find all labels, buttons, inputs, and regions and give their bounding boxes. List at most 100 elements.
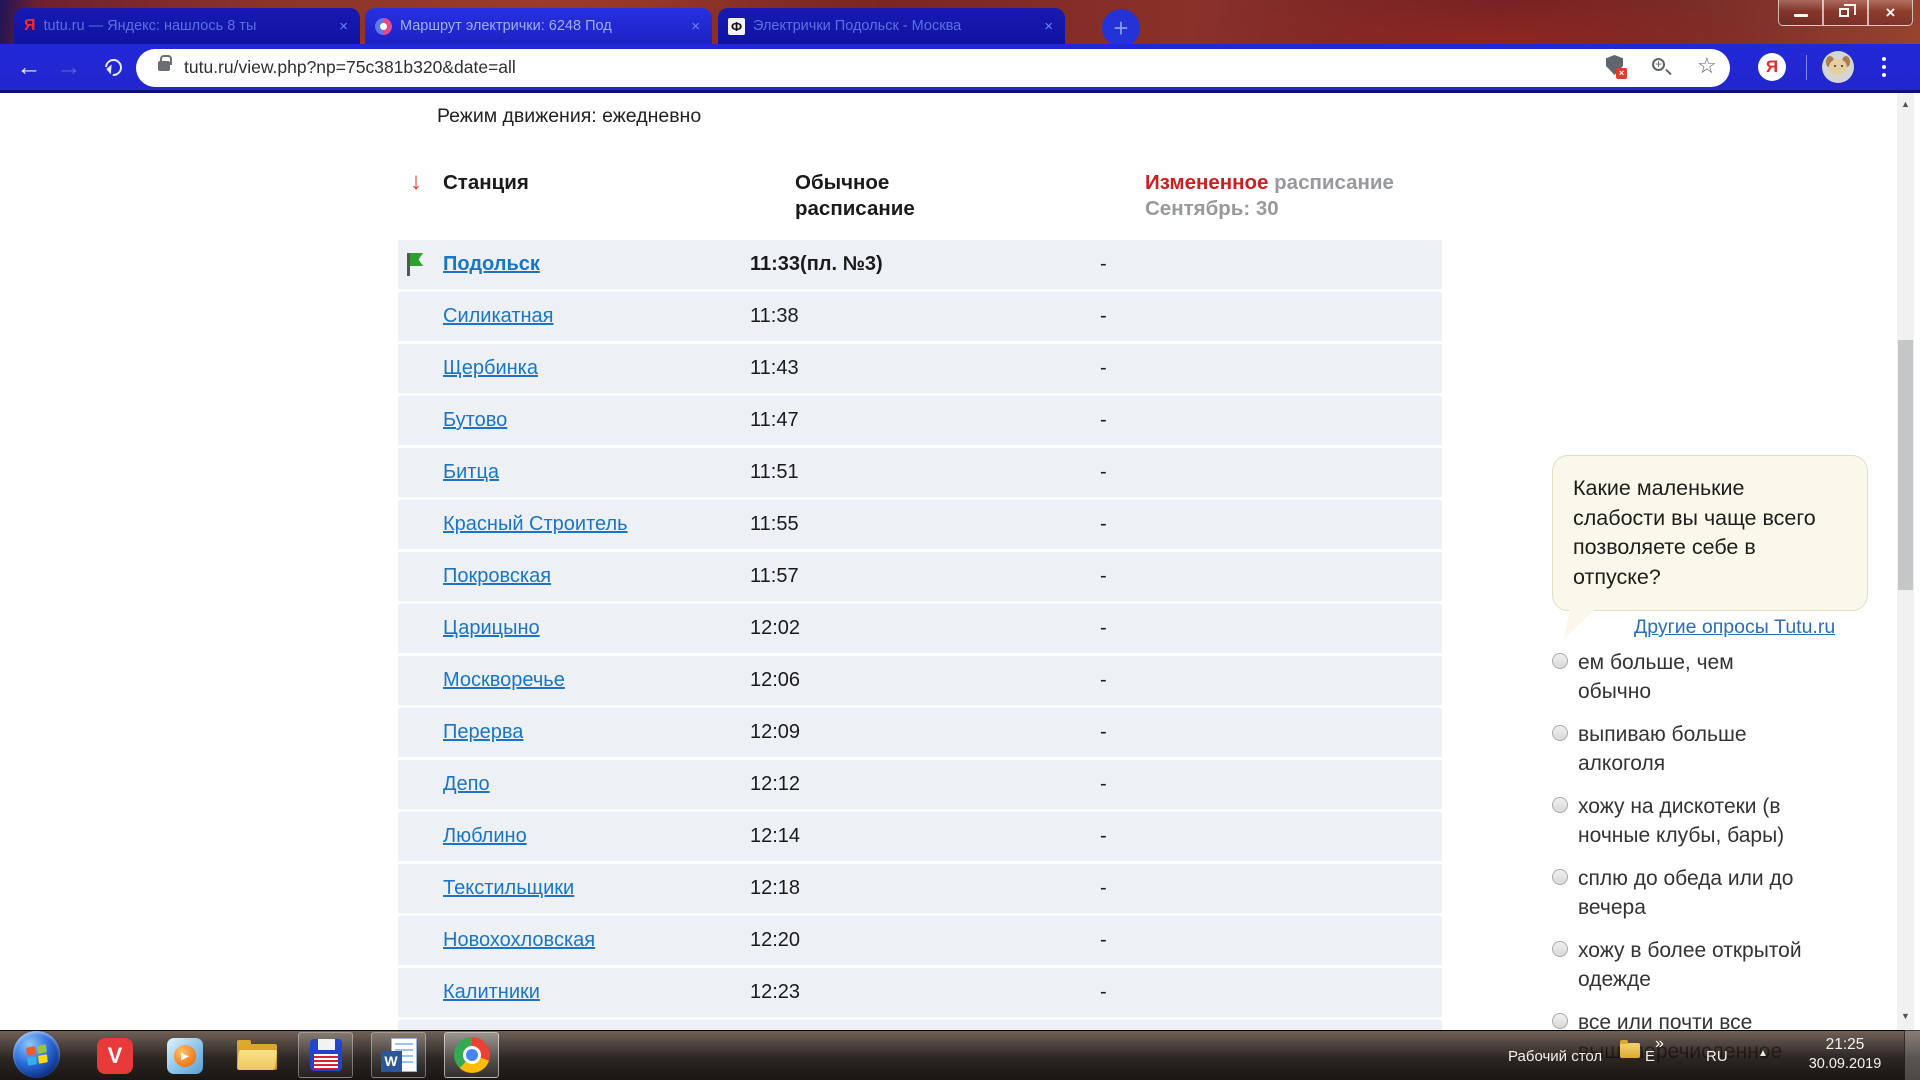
start-button[interactable]: [13, 1031, 60, 1078]
toolbar-folder-label[interactable]: Е: [1645, 1048, 1655, 1065]
forward-button[interactable]: →: [52, 50, 86, 84]
lock-icon[interactable]: [158, 61, 170, 71]
poll-option-label[interactable]: ем больше, чем обычно: [1578, 648, 1810, 706]
poll-option-label[interactable]: хожу в более открытой одежде: [1578, 936, 1810, 994]
changed-time-cell: -: [1100, 461, 1107, 484]
taskbar-chrome-button[interactable]: [444, 1032, 499, 1078]
station-link[interactable]: Калитники: [443, 981, 540, 1003]
show-desktop-button[interactable]: [1904, 1030, 1920, 1080]
tray-show-hidden-icon[interactable]: ▲: [1758, 1048, 1768, 1059]
poll-option[interactable]: выпиваю больше алкоголя: [1552, 720, 1882, 778]
poll-option-label[interactable]: сплю до обеда или до вечера: [1578, 864, 1810, 922]
bookmark-star-icon[interactable]: ☆: [1697, 53, 1717, 79]
station-link[interactable]: Бутово: [443, 409, 507, 431]
station-cell: Красный Строитель: [398, 513, 750, 536]
restore-icon: [1839, 8, 1849, 17]
tab-close-icon[interactable]: ×: [1042, 17, 1055, 36]
taskbar-clock[interactable]: 21:25 30.09.2019: [1795, 1035, 1895, 1073]
station-link[interactable]: Царицыно: [443, 617, 540, 639]
table-row: Царицыно 12:02 -: [398, 604, 1442, 653]
radio-button-icon[interactable]: [1552, 797, 1568, 813]
language-indicator[interactable]: RU: [1706, 1048, 1728, 1065]
toolbar-overflow-chevron[interactable]: »: [1655, 1035, 1664, 1053]
changed-time-cell: -: [1100, 981, 1107, 1004]
station-link[interactable]: Текстильщики: [443, 877, 574, 899]
station-link[interactable]: Битца: [443, 461, 499, 483]
station-link[interactable]: Депо: [443, 773, 490, 795]
chrome-icon: [454, 1037, 490, 1073]
scrollbar-thumb[interactable]: [1898, 340, 1913, 590]
changed-time-cell: -: [1100, 513, 1107, 536]
poll-option[interactable]: хожу в более открытой одежде: [1552, 936, 1882, 994]
other-polls-link[interactable]: Другие опросы Tutu.ru: [1634, 616, 1835, 639]
station-link[interactable]: Красный Строитель: [443, 513, 628, 535]
radio-button-icon[interactable]: [1552, 869, 1568, 885]
station-cell: Новохохловская: [398, 929, 750, 952]
poll-option[interactable]: хожу на дискотеки (в ночные клубы, бары): [1552, 792, 1882, 850]
station-cell: Текстильщики: [398, 877, 750, 900]
taskbar-media-player-icon[interactable]: ▶: [167, 1038, 203, 1074]
table-row: Бутово 11:47 -: [398, 396, 1442, 445]
usual-time-cell: 11:33(пл. №3): [750, 253, 1100, 276]
back-button[interactable]: ←: [12, 50, 46, 84]
scrollbar-down-icon[interactable]: ▼: [1897, 1008, 1914, 1025]
poll-option-label[interactable]: выпиваю больше алкоголя: [1578, 720, 1810, 778]
taskbar-vivaldi-icon[interactable]: V: [97, 1038, 133, 1074]
tab-close-icon[interactable]: ×: [689, 17, 702, 36]
scrollbar-up-icon[interactable]: ▲: [1897, 96, 1914, 113]
station-link[interactable]: Щербинка: [443, 357, 538, 379]
station-link[interactable]: Новохохловская: [443, 929, 595, 951]
tab-close-icon[interactable]: ×: [337, 17, 350, 36]
poll-question-line: отпуске?: [1573, 563, 1847, 593]
poll-option[interactable]: сплю до обеда или до вечера: [1552, 864, 1882, 922]
tab-route-active[interactable]: Маршрут электрички: 6248 Под ×: [365, 8, 712, 44]
usual-time-cell: 11:47: [750, 409, 1100, 432]
station-cell: Перерва: [398, 721, 750, 744]
radio-button-icon[interactable]: [1552, 1013, 1568, 1029]
station-cell: Калитники: [398, 981, 750, 1004]
changed-time-cell: -: [1100, 773, 1107, 796]
changed-time-cell: -: [1100, 877, 1107, 900]
station-link[interactable]: Покровская: [443, 565, 551, 587]
station-link[interactable]: Силикатная: [443, 305, 554, 327]
profile-avatar[interactable]: [1822, 51, 1854, 83]
poll-option[interactable]: ем больше, чем обычно: [1552, 648, 1882, 706]
station-link[interactable]: Москворечье: [443, 669, 565, 691]
taskbar-explorer-icon[interactable]: [237, 1040, 277, 1072]
url-text[interactable]: tutu.ru/view.php?np=75c381b320&date=all: [184, 57, 516, 78]
play-icon: ▶: [174, 1045, 196, 1067]
station-link[interactable]: Перерва: [443, 721, 523, 743]
taskbar-word-button[interactable]: W: [371, 1032, 426, 1078]
new-tab-button[interactable]: +: [1102, 9, 1140, 47]
changed-time-cell: -: [1100, 929, 1107, 952]
tab-title: tutu.ru — Яндекс: нашлось 8 ты: [44, 18, 330, 34]
tab-yandex-search[interactable]: Я tutu.ru — Яндекс: нашлось 8 ты ×: [14, 8, 360, 44]
station-link[interactable]: Подольск: [443, 253, 540, 275]
tab-title: Электрички Подольск - Москва: [753, 18, 1034, 34]
minimize-button[interactable]: [1778, 0, 1823, 26]
usual-time-cell: 12:09: [750, 721, 1100, 744]
radio-button-icon[interactable]: [1552, 725, 1568, 741]
refresh-button[interactable]: [96, 50, 130, 84]
station-cell: Щербинка: [398, 357, 750, 380]
table-row: Подольск 11:33(пл. №3) -: [398, 240, 1442, 289]
close-button[interactable]: ×: [1868, 0, 1913, 26]
usual-time-cell: 12:02: [750, 617, 1100, 640]
close-icon: ×: [1886, 4, 1896, 21]
zoom-page-icon[interactable]: [1652, 58, 1665, 71]
sort-direction-icon[interactable]: ↓: [410, 168, 422, 196]
folder-art: [237, 1050, 277, 1070]
blocked-badge-icon: ×: [1616, 68, 1627, 79]
station-link[interactable]: Люблино: [443, 825, 527, 847]
toolbar-folder-icon[interactable]: [1620, 1043, 1640, 1058]
menu-dots-icon[interactable]: [1882, 57, 1886, 81]
tab-trains-list[interactable]: Ф Электрички Подольск - Москва ×: [718, 8, 1065, 44]
window-caption-buttons: ×: [1778, 0, 1913, 26]
usual-time-cell: 12:06: [750, 669, 1100, 692]
yandex-extension-icon[interactable]: Я: [1758, 53, 1786, 81]
poll-option-label[interactable]: хожу на дискотеки (в ночные клубы, бары): [1578, 792, 1810, 850]
taskbar-floppy-app-button[interactable]: [298, 1032, 353, 1078]
radio-button-icon[interactable]: [1552, 653, 1568, 669]
restore-button[interactable]: [1823, 0, 1868, 26]
radio-button-icon[interactable]: [1552, 941, 1568, 957]
